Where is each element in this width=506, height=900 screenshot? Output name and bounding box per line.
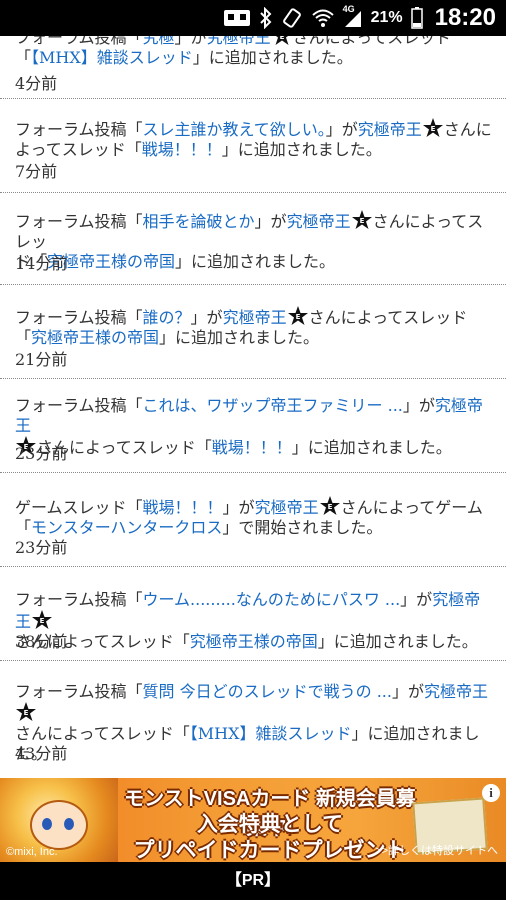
post-title-link[interactable]: これは、ワザップ帝王ファミリー ... — [143, 396, 403, 415]
thread-link[interactable]: 【MHX】雑談スレッド — [31, 48, 193, 67]
user-link[interactable]: 究極帝王 — [358, 120, 422, 139]
bluetooth-icon — [259, 7, 273, 29]
user-link[interactable]: 究極帝王 — [255, 498, 319, 517]
feed-item[interactable]: フォーラム投稿「質問 今日どのスレッドで戦うの ...」が究極帝王 E さんによって… — [0, 660, 506, 776]
feed-item-text: フォーラム投稿「究極」が究極帝王 E さんによってスレッド 「【MHX】雑談スレッド」… — [15, 36, 493, 68]
feed-item[interactable]: フォーラム投稿「ウーム.........なんのためにパスワ ...」が究極帝王 E… — [0, 566, 506, 661]
timestamp: 21分前 — [15, 350, 68, 369]
timestamp: 7分前 — [15, 162, 58, 181]
svg-text:E: E — [24, 709, 29, 717]
post-title-link[interactable]: 質問 今日どのスレッドで戦うの ... — [143, 682, 392, 701]
feed-item-text: フォーラム投稿「質問 今日どのスレッドで戦うの ...」が究極帝王 E さんによって… — [15, 682, 488, 763]
signal-4g-icon: 4G — [343, 4, 363, 28]
svg-text:E: E — [327, 503, 332, 511]
user-link[interactable]: 究極帝王 — [223, 308, 287, 327]
feed-item[interactable]: フォーラム投稿「スレ主誰か教えて欲しい。」が究極帝王 E さんに よってスレッド「戦場… — [0, 98, 506, 193]
timestamp: 23分前 — [15, 538, 68, 557]
thread-link[interactable]: 究極帝王様の帝国 — [190, 632, 318, 651]
post-title-link[interactable]: 誰の？ — [143, 308, 191, 327]
network-label: 4G — [342, 4, 355, 14]
battery-percent: 21% — [370, 9, 403, 26]
thread-link[interactable]: 戦場！！！ — [212, 438, 292, 457]
thread-link[interactable]: 【MHX】雑談スレッド — [190, 724, 352, 743]
timestamp: 38分前 — [15, 632, 68, 651]
svg-text:E: E — [430, 125, 435, 133]
user-link[interactable]: 究極帝王 — [287, 212, 351, 231]
battery-icon — [410, 7, 423, 29]
feed-item-text: フォーラム投稿「相手を論破とか」が究極帝王 E さんによってスレッ ド「究極帝王様の帝… — [15, 210, 484, 271]
timestamp: 23分前 — [15, 444, 68, 463]
svg-text:E: E — [295, 313, 300, 321]
user-link[interactable]: 究極帝王 — [424, 682, 488, 701]
svg-text:E: E — [279, 36, 284, 41]
feed-item-text: フォーラム投稿「誰の？」が究極帝王 E さんによってスレッド「究極帝王様の帝国」に追… — [15, 306, 468, 347]
svg-text:E: E — [359, 217, 364, 225]
feed-item[interactable]: ゲームスレッド「戦場！！！」が究極帝王 E さんによってゲーム 「モンスターハンターク… — [0, 472, 506, 567]
feed-item-text: フォーラム投稿「これは、ワザップ帝王ファミリー ...」が究極帝王 E さんによって… — [15, 396, 483, 457]
feed-item[interactable]: フォーラム投稿「究極」が究極帝王 E さんによってスレッド 「【MHX】雑談スレッド」… — [0, 36, 506, 99]
rank-star-icon: E — [319, 496, 341, 516]
feed-item-text: フォーラム投稿「ウーム.........なんのためにパスワ ...」が究極帝王 E… — [15, 590, 481, 651]
rank-star-icon: E — [287, 306, 309, 326]
feed-item[interactable]: フォーラム投稿「これは、ワザップ帝王ファミリー ...」が究極帝王 E さんによって… — [0, 378, 506, 473]
clock: 18:20 — [434, 4, 496, 31]
thread-link[interactable]: 究極帝王様の帝国 — [31, 328, 159, 347]
rank-star-icon: E — [422, 118, 444, 138]
rank-star-icon: E — [31, 610, 53, 630]
post-title-link[interactable]: ウーム.........なんのためにパスワ ... — [143, 590, 401, 609]
feed-item[interactable]: フォーラム投稿「誰の？」が究極帝王 E さんによってスレッド「究極帝王様の帝国」に追… — [0, 284, 506, 379]
feed-item-text: ゲームスレッド「戦場！！！」が究極帝王 E さんによってゲーム 「モンスターハンターク… — [15, 496, 483, 537]
pr-label: 【PR】 — [0, 862, 506, 900]
status-bar: 4G 21% 18:20 — [0, 0, 506, 36]
post-title-link[interactable]: 戦場！！！ — [143, 498, 223, 517]
ad-banner[interactable]: ©mixi, Inc. モンストVISAカード 新規会員募集中! 入会特典として… — [0, 778, 506, 862]
timestamp: 4分前 — [15, 74, 58, 93]
rank-star-icon: E — [351, 210, 373, 230]
vibrate-icon — [281, 7, 303, 29]
feed-item-text: フォーラム投稿「スレ主誰か教えて欲しい。」が究極帝王 E さんに よってスレッド「戦場… — [15, 118, 492, 159]
status-icons: 4G 21% 18:20 — [223, 0, 496, 36]
wifi-icon — [311, 8, 335, 28]
mascot-image: ©mixi, Inc. — [0, 778, 118, 862]
post-title-link[interactable]: スレ主誰か教えて欲しい。 — [143, 120, 326, 139]
svg-text:E: E — [40, 617, 45, 625]
ad-copyright: ©mixi, Inc. — [6, 846, 58, 858]
thread-link[interactable]: 戦場！！！ — [142, 140, 222, 159]
user-link[interactable]: 究極帝王 — [207, 36, 271, 47]
post-title-link[interactable]: 究極 — [143, 36, 175, 47]
feed-item[interactable]: フォーラム投稿「相手を論破とか」が究極帝王 E さんによってスレッ ド「究極帝王様の帝… — [0, 192, 506, 285]
activity-feed: フォーラム投稿「究極」が究極帝王 E さんによってスレッド 「【MHX】雑談スレッド」… — [0, 36, 506, 776]
ad-info-icon[interactable]: i — [482, 784, 500, 802]
timestamp: 14分前 — [15, 254, 68, 273]
timestamp: 43分前 — [15, 744, 68, 763]
rank-star-icon: E — [271, 36, 293, 46]
rank-star-icon: E — [15, 702, 37, 722]
post-title-link[interactable]: 相手を論破とか — [143, 212, 255, 231]
sim-icon — [223, 8, 251, 28]
ad-more-link[interactable]: >>詳しくは特設サイトへ — [375, 842, 498, 858]
